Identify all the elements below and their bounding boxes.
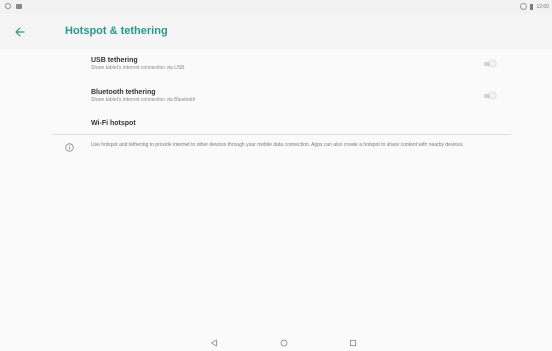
battery-icon bbox=[530, 3, 534, 10]
status-left bbox=[5, 3, 22, 9]
usb-tethering-title: USB tethering bbox=[91, 57, 138, 64]
setting-wifi-hotspot[interactable]: Wi-Fi hotspot bbox=[91, 119, 511, 131]
usb-toggle-thumb bbox=[489, 60, 496, 67]
usb-tethering-toggle[interactable] bbox=[484, 60, 496, 67]
arrow-left-icon[interactable] bbox=[14, 26, 26, 38]
bluetooth-tethering-subtitle: Share tablet's internet connection via B… bbox=[91, 97, 196, 103]
nav-back-icon[interactable] bbox=[210, 339, 218, 347]
bluetooth-tethering-toggle[interactable] bbox=[484, 92, 496, 99]
info-icon bbox=[65, 143, 74, 152]
notification-ring-icon bbox=[5, 3, 11, 9]
status-right: 12:00 bbox=[520, 3, 549, 10]
status-bar: 12:00 bbox=[0, 0, 552, 14]
screen: 12:00 Hotspot & tethering USB tethering … bbox=[0, 0, 552, 351]
bluetooth-toggle-thumb bbox=[489, 92, 496, 99]
info-text: Use hotspot and tethering to provide int… bbox=[91, 142, 464, 148]
setting-usb-tethering[interactable]: USB tethering Share tablet's internet co… bbox=[91, 56, 511, 74]
sd-card-icon bbox=[16, 3, 22, 9]
status-time: 12:00 bbox=[536, 3, 549, 10]
divider bbox=[53, 134, 511, 135]
usb-tethering-subtitle: Share tablet's internet connection via U… bbox=[91, 65, 185, 71]
bluetooth-tethering-title: Bluetooth tethering bbox=[91, 89, 156, 96]
wifi-hotspot-title: Wi-Fi hotspot bbox=[91, 120, 136, 127]
setting-bluetooth-tethering[interactable]: Bluetooth tethering Share tablet's inter… bbox=[91, 88, 511, 106]
nav-home-icon[interactable] bbox=[280, 339, 288, 347]
nav-bar bbox=[0, 335, 552, 351]
page-title: Hotspot & tethering bbox=[65, 25, 168, 37]
wifi-icon bbox=[520, 3, 528, 10]
nav-recents-icon[interactable] bbox=[349, 339, 357, 347]
app-bar: Hotspot & tethering bbox=[0, 14, 552, 49]
